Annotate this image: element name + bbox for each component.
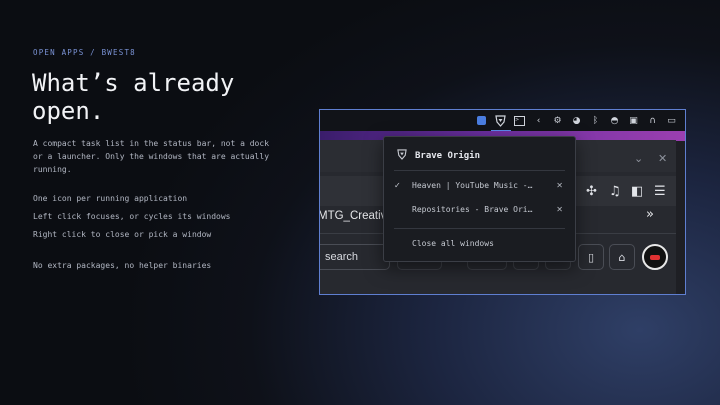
chevron-right-icon[interactable]: » bbox=[646, 207, 654, 222]
inbox-icon[interactable]: ⌂ bbox=[609, 244, 635, 270]
brave-lion-icon bbox=[397, 149, 407, 163]
status-bar: > ‹ ⚙ ◕ ᛒ ◓ ▣ ∩ ▭ bbox=[320, 110, 685, 132]
brave-lion-icon[interactable] bbox=[490, 113, 511, 132]
chevron-down-icon[interactable]: ⌄ bbox=[634, 152, 643, 165]
feature-item: Left click focuses, or cycles its window… bbox=[33, 212, 231, 221]
close-all-button[interactable]: Close all windows bbox=[412, 239, 494, 248]
window-item[interactable]: Repositories - Brave Ori… ✕ bbox=[394, 205, 565, 219]
close-icon[interactable]: ✕ bbox=[658, 152, 667, 165]
terminal-icon[interactable]: > bbox=[512, 113, 528, 129]
sidebar-icon[interactable]: ◧ bbox=[631, 184, 643, 199]
headline-line-1: What’s already bbox=[32, 69, 235, 97]
search-input[interactable]: search bbox=[320, 244, 390, 270]
chevron-left-icon[interactable]: ‹ bbox=[531, 113, 547, 129]
window-title: Repositories - Brave Ori… bbox=[412, 205, 533, 214]
window-title: Heaven | YouTube Music -… bbox=[412, 181, 533, 190]
subtitle: A compact task list in the status bar, n… bbox=[33, 139, 270, 174]
feature-item: Right click to close or pick a window bbox=[33, 230, 212, 239]
screenshot-frame: > ‹ ⚙ ◕ ᛒ ◓ ▣ ∩ ▭ ⌄ ✕ ✣ ♫ ◧ ☰ MTG_Creati… bbox=[319, 109, 686, 295]
music-note-icon[interactable]: ♫ bbox=[609, 184, 621, 199]
menu-icon[interactable]: ☰ bbox=[654, 184, 666, 199]
bookmark-item[interactable]: MTG_Creativ bbox=[320, 210, 386, 222]
popup-app-name: Brave Origin bbox=[415, 151, 481, 161]
settings-icon[interactable]: ⚙ bbox=[550, 113, 566, 129]
close-window-icon[interactable]: ✕ bbox=[556, 205, 563, 214]
feature-item: One icon per running application bbox=[33, 194, 188, 203]
popup-header: Brave Origin bbox=[397, 149, 480, 163]
popup-separator bbox=[394, 228, 565, 229]
headline-line-2: open. bbox=[32, 97, 105, 125]
popup-separator bbox=[394, 170, 565, 171]
bluetooth-icon[interactable]: ᛒ bbox=[588, 113, 604, 129]
steam-icon[interactable]: ◕ bbox=[569, 113, 585, 129]
display-icon[interactable]: ▣ bbox=[626, 113, 642, 129]
headphones-icon[interactable]: ∩ bbox=[645, 113, 661, 129]
gamepad-icon[interactable]: ◓ bbox=[607, 113, 623, 129]
avatar[interactable] bbox=[642, 244, 668, 270]
eyebrow-label: OPEN APPS / BWEST8 bbox=[33, 48, 136, 57]
window-item[interactable]: ✓ Heaven | YouTube Music -… ✕ bbox=[394, 181, 565, 195]
feature-item: No extra packages, no helper binaries bbox=[33, 261, 212, 270]
phone-icon[interactable]: ▯ bbox=[578, 244, 604, 270]
headline: What’s already open. bbox=[32, 69, 234, 125]
app-square-icon[interactable] bbox=[474, 113, 490, 129]
close-window-icon[interactable]: ✕ bbox=[556, 181, 563, 190]
task-popup: Brave Origin ✓ Heaven | YouTube Music -…… bbox=[383, 136, 576, 262]
extensions-icon[interactable]: ✣ bbox=[586, 184, 597, 199]
monitor-icon[interactable]: ▭ bbox=[664, 113, 680, 129]
check-icon: ✓ bbox=[394, 181, 401, 190]
